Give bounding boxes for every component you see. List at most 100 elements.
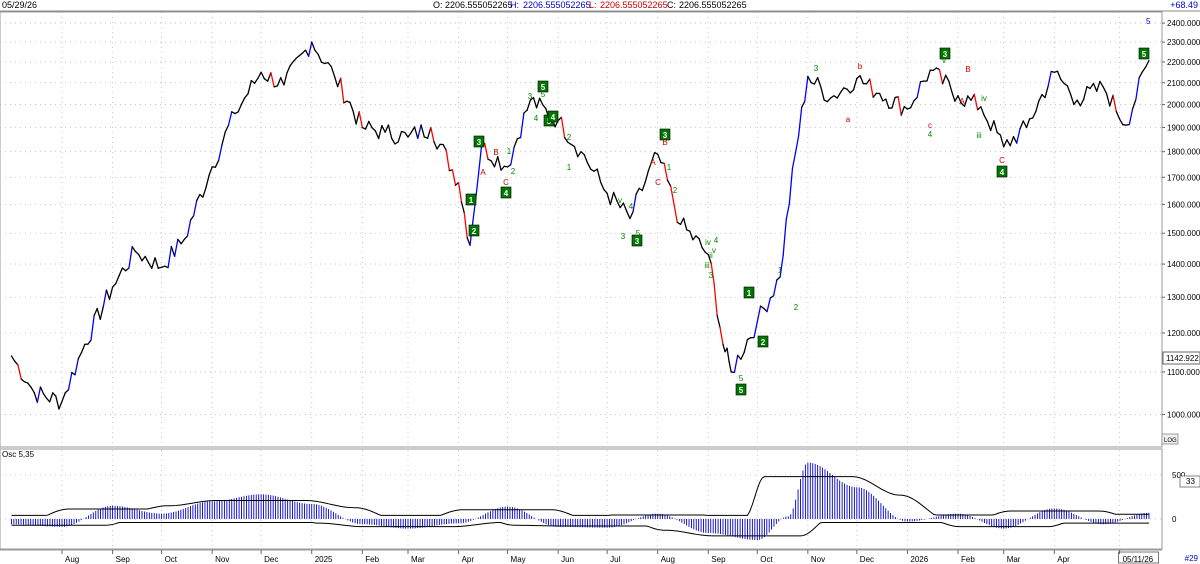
bars-counter: #29 (1185, 554, 1199, 563)
chart-svg: 05/29/26 O: 2206.555052265 H: 2206.55505… (0, 0, 1200, 564)
wave-green-label: v (618, 196, 622, 205)
wave-green-label: 2 (794, 303, 799, 312)
y-tick-label: 2200.000 (1167, 58, 1200, 67)
svg-text:1: 1 (469, 196, 474, 205)
log-badge-label: LOG (1164, 438, 1177, 444)
wave-box-label: 2 (757, 335, 769, 348)
svg-text:4: 4 (551, 113, 556, 122)
y-tick-label: 2100.000 (1167, 79, 1200, 88)
y-tick-label: 1200.000 (1167, 329, 1200, 338)
y-tick-label: 1100.000 (1167, 368, 1200, 377)
wave-box-label: 4 (996, 165, 1008, 178)
osc-y-tick-label: 0 (1172, 515, 1177, 524)
wave-green-label: 3 (814, 64, 819, 73)
wave-green-label: 4 (928, 130, 933, 139)
y-tick-label: 1500.000 (1167, 229, 1200, 238)
wave-box-label: 4 (547, 110, 559, 123)
x-tick-label: Sep (116, 555, 131, 564)
wave-green-label: 4 (629, 202, 634, 211)
y-tick-label: 1000.000 (1167, 411, 1200, 420)
x-tick-label: Aug (661, 555, 675, 564)
wave-green-label: 5 (636, 229, 641, 238)
y-tick-label: 1900.000 (1167, 124, 1200, 133)
last-price-tag: 1142.922 (1162, 351, 1200, 365)
log-badge[interactable]: LOG (1161, 433, 1179, 445)
wave-green-label: 5 (541, 90, 546, 99)
svg-text:3: 3 (477, 138, 482, 147)
wave-green-label: iv (705, 238, 711, 247)
osc-panel (0, 448, 1163, 550)
x-tick-label: Mar (411, 555, 425, 564)
header-open-label: O: (433, 0, 443, 10)
wave-green-label: 4 (534, 114, 539, 123)
wave-green-label: 4 (714, 236, 719, 245)
y-tick-label: 1600.000 (1167, 200, 1200, 209)
wave-green-label: 1 (507, 147, 512, 156)
wave-green-label: 5 (739, 374, 744, 383)
osc-value-label: 33 (1186, 477, 1195, 486)
wave-red-label: A (480, 168, 486, 177)
x-tick-label: Aug (65, 555, 79, 564)
header-open: 2206.555052265 (445, 0, 513, 10)
wave-box-label: 3 (473, 135, 485, 148)
wave-red-label: B (662, 138, 667, 147)
chart-window: { "header": { "date": "05/29/26", "open_… (0, 0, 1200, 564)
wave-red-label: C (655, 178, 661, 187)
x-tick-label: Dec (264, 555, 278, 564)
wave-green-label: 1 (778, 266, 783, 275)
y-tick-label: 1800.000 (1167, 148, 1200, 157)
y-tick-label: 1700.000 (1167, 173, 1200, 182)
wave-green-label: iv (981, 94, 987, 103)
header-date: 05/29/26 (2, 0, 37, 10)
header-close: 2206.555052265 (679, 0, 747, 10)
y-tick-label: 2400.000 (1167, 19, 1200, 28)
wave-green-label: 2 (673, 186, 678, 195)
wave-red-label: A (650, 158, 656, 167)
price-panel (0, 11, 1163, 448)
x-tick-label: Mar (1007, 555, 1021, 564)
x-tick-label: Nov (811, 555, 825, 564)
wave-green-label: 3 (621, 232, 626, 241)
x-tick-label: Feb (961, 555, 975, 564)
header-change: +68.49 (1170, 0, 1198, 10)
wave-green-label: 3 (528, 92, 533, 101)
last-price-label: 1142.922 (1166, 354, 1199, 363)
svg-text:4: 4 (504, 189, 509, 198)
x-tick-label: May (511, 555, 526, 564)
y-tick-label: 1300.000 (1167, 293, 1200, 302)
header-low: 2206.555052265 (600, 0, 668, 10)
wave-box-label: 4 (500, 186, 512, 199)
wave-green-label: 1 (667, 163, 672, 172)
wave-green-label: 2 (567, 133, 572, 142)
wave-red-label: A (959, 97, 965, 106)
wave-box-label: 1 (743, 286, 755, 299)
wave-box-label: 1 (465, 193, 477, 206)
svg-text:2: 2 (472, 227, 477, 236)
x-tick-label: Jun (561, 555, 574, 564)
wave-green-label: 2 (511, 167, 516, 176)
wave-red-label: a (846, 115, 851, 124)
svg-text:4: 4 (1000, 168, 1005, 177)
wave-green-label: 3 (709, 271, 714, 280)
x-tick-label: 2025 (315, 555, 333, 564)
wave-box-label: 5 (735, 383, 747, 396)
wave-box-label: 5 (1138, 47, 1150, 60)
y-tick-label: 2300.000 (1167, 38, 1200, 47)
x-tick-label: Dec (860, 555, 874, 564)
svg-text:5: 5 (1142, 50, 1147, 59)
x-axis: Aug Sep Oct Nov Dec 2025 Feb Mar Apr May Jun Jul Aug… (61, 550, 1159, 564)
svg-text:5: 5 (739, 386, 744, 395)
x-tick-label: 2026 (910, 555, 928, 564)
header-close-label: C: (667, 0, 676, 10)
wave-green-label: iii (976, 131, 982, 140)
x-tick-label: Feb (365, 555, 379, 564)
wave-red-label: B (965, 65, 970, 74)
osc-title: Osc 5,35 (2, 450, 35, 459)
x-tick-label: Oct (760, 555, 773, 564)
header-bar: 05/29/26 O: 2206.555052265 H: 2206.55505… (0, 0, 1200, 12)
header-high-label: H: (510, 0, 519, 10)
y-tick-label: 1400.000 (1167, 260, 1200, 269)
wave-green-label: v (712, 246, 716, 255)
svg-text:1: 1 (747, 289, 752, 298)
wave-red-label: c (928, 121, 932, 130)
